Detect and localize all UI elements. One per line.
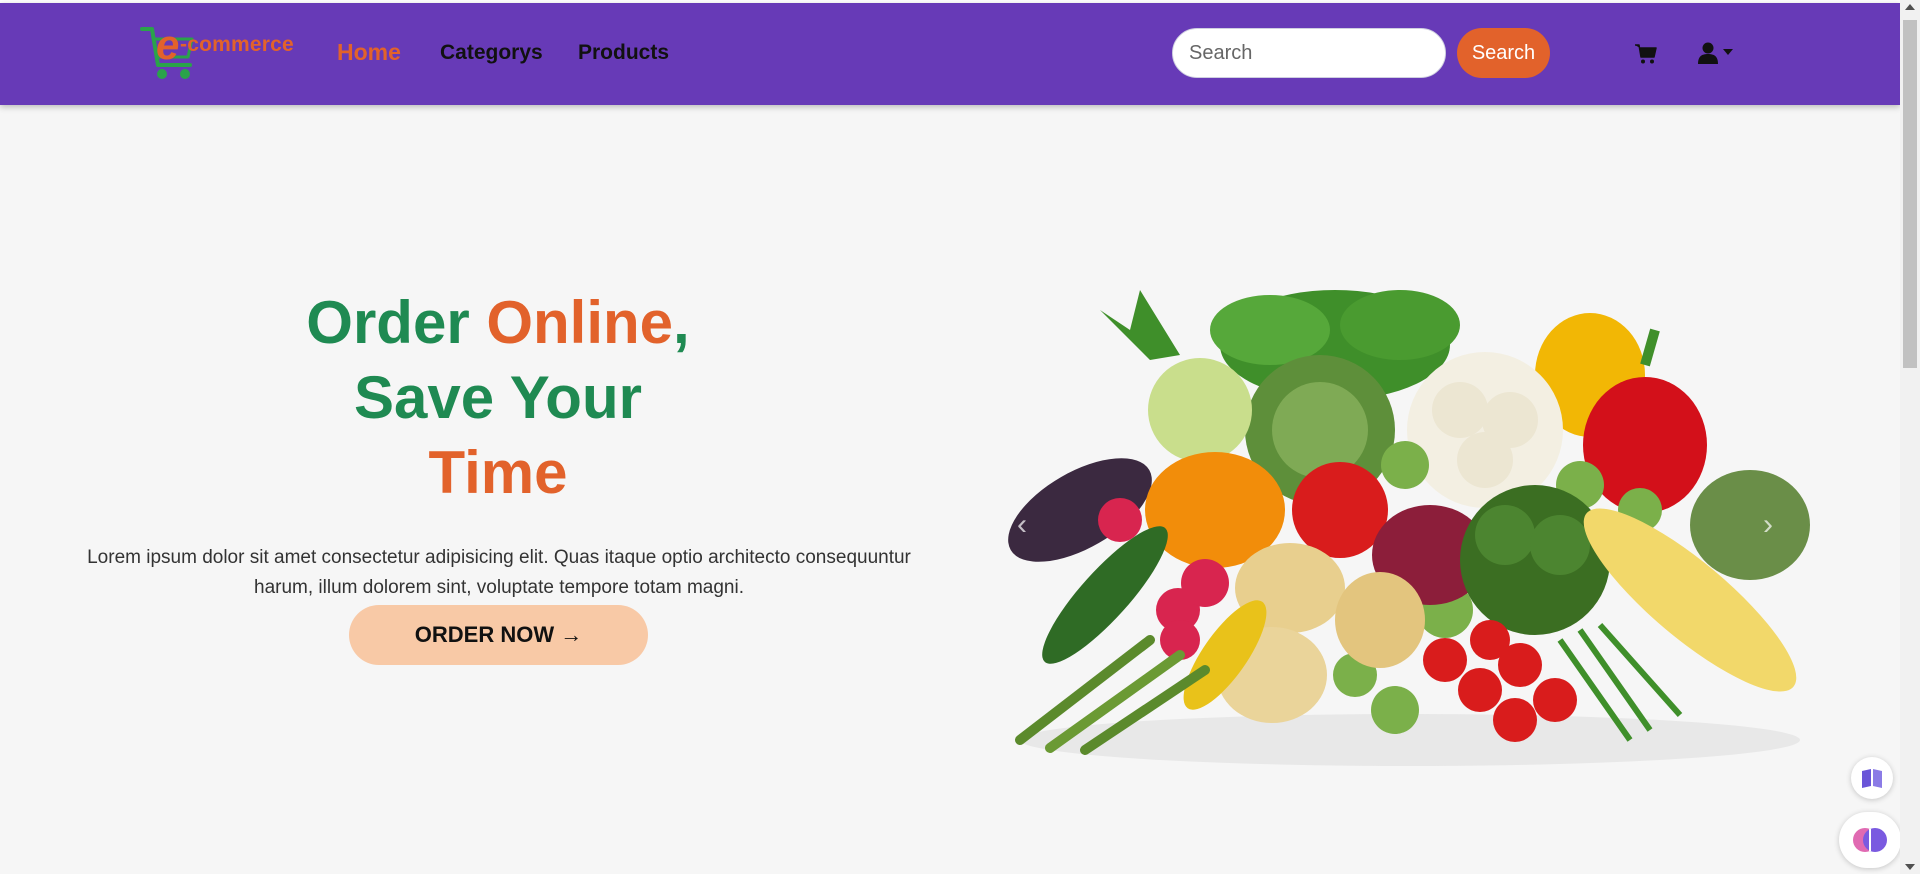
logo-text: -commerce [180,33,294,56]
user-menu-icon[interactable] [1698,41,1738,65]
search-button[interactable]: Search [1457,28,1550,78]
hero-line-1-a: Order [306,289,487,356]
scroll-up-arrow-icon[interactable] [1905,4,1915,10]
hero-line-1: Order Online, [248,285,748,360]
hero-description: Lorem ipsum dolor sit amet consectetur a… [87,547,911,598]
caret-down-icon [1723,49,1733,55]
brain-icon [1853,828,1887,852]
carousel-next-icon[interactable]: › [1763,508,1773,542]
carousel-prev-icon[interactable]: ‹ [1017,508,1027,542]
nav-categorys-link[interactable]: Categorys [440,41,543,65]
nav-home-link[interactable]: Home [337,39,401,66]
logo-letter: e [156,21,180,68]
nav-products-link[interactable]: Products [578,41,669,65]
cart-icon[interactable] [1634,43,1658,65]
hero-line-3: Time [428,439,568,506]
scrollbar-thumb[interactable] [1903,20,1917,368]
book-icon [1862,769,1882,788]
hero-line-1-c: , [673,289,690,356]
reader-mode-button[interactable] [1851,757,1893,799]
navbar: e -commerce Home Categorys Products Sear… [0,3,1900,105]
scroll-down-arrow-icon[interactable] [1905,864,1915,870]
brand-logo[interactable]: e -commerce [140,21,300,83]
hero-line-1-b: Online [486,289,674,356]
search-input[interactable] [1172,28,1446,78]
hero-line-2: Save Your [354,364,642,431]
order-now-button[interactable]: ORDER NOW → [349,605,648,665]
vegetables-hero-image [1008,290,1810,766]
hero-heading: Order Online, Save Your Time [248,285,748,510]
assistant-button[interactable] [1839,812,1901,868]
